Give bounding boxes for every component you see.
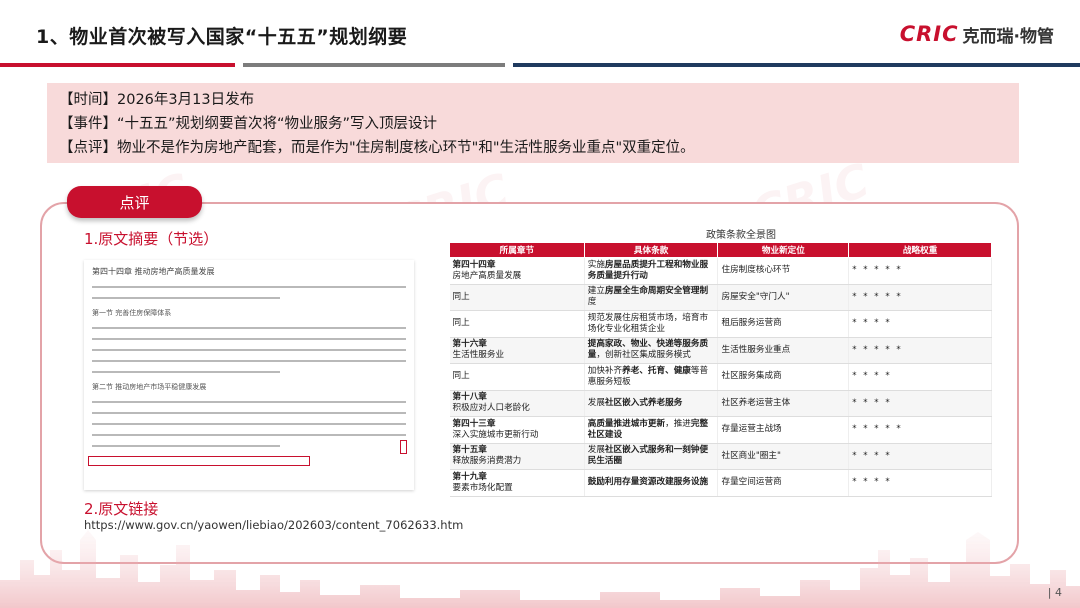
- chapter-cell: 第十八章 积极应对人口老龄化: [449, 390, 585, 417]
- doc-section1: 第一节 完善住房保障体系: [92, 309, 172, 317]
- weight-cell: * * * * *: [848, 284, 992, 311]
- clause-cell: 规范发展住房租赁市场，培育市场化专业化租赁企业: [584, 310, 719, 338]
- chapter-cell: 同上: [449, 310, 585, 338]
- policy-table: 所属章节 具体条款 物业新定位 战略权重 第四十四章 房地产高质量发展 实施房屋品…: [449, 242, 992, 497]
- table-row: 同上 规范发展住房租赁市场，培育市场化专业化租赁企业 租后服务运营商 * * * *: [449, 310, 992, 338]
- info-comment: 【点评】物业不是作为房地产配套，而是作为"住房制度核心环节"和"生活性服务业重点…: [59, 140, 695, 156]
- weight-cell: * * * *: [848, 469, 992, 497]
- position-cell: 住房制度核心环节: [717, 257, 850, 285]
- position-cell: 生活性服务业重点: [717, 337, 850, 364]
- position-cell: 社区商业"圈主": [717, 443, 850, 470]
- table-header: 战略权重: [848, 242, 992, 258]
- table-header: 具体条款: [583, 242, 719, 258]
- table-row: 第十六章 生活性服务业 提高家政、物业、快递等服务质量，创新社区集成服务模式 生活性…: [449, 337, 992, 364]
- info-band: 【时间】2026年3月13日发布 【事件】“十五五”规划纲要首次将“物业服务”写…: [47, 83, 1019, 163]
- table-row: 第十五章 释放服务消费潜力 发展社区嵌入式服务和一刻钟便民生活圈 社区商业"圈主" *…: [449, 443, 992, 470]
- doc-section2: 第二节 推动房地产市场平稳健康发展: [92, 383, 207, 391]
- table-row: 第十八章 积极应对人口老龄化 发展社区嵌入式养老服务 社区养老运营主体 * * * *: [449, 390, 992, 417]
- table-row: 第十九章 要素市场化配置 鼓励利用存量资源改建服务设施 存量空间运营商 * * * *: [449, 469, 992, 497]
- table-header: 所属章节: [449, 242, 585, 258]
- weight-cell: * * * * *: [848, 257, 992, 285]
- table-header: 物业新定位: [717, 242, 850, 258]
- weight-cell: * * * *: [848, 310, 992, 338]
- chapter-cell: 第四十三章 深入实施城市更新行动: [449, 416, 585, 444]
- info-event: 【事件】“十五五”规划纲要首次将“物业服务”写入顶层设计: [59, 116, 438, 132]
- chapter-cell: 同上: [449, 284, 585, 311]
- chapter-cell: 第十六章 生活性服务业: [449, 337, 585, 364]
- table-caption: 政策条款全景图: [706, 230, 776, 241]
- comment-tab: 点评: [67, 186, 202, 218]
- chapter-cell: 第十九章 要素市场化配置: [449, 469, 585, 497]
- position-cell: 存量运营主战场: [717, 416, 850, 444]
- section-excerpt-title: 1.原文摘要（节选）: [84, 230, 219, 248]
- clause-cell: 实施房屋品质提升工程和物业服务质量提升行动: [584, 257, 719, 285]
- logo-name: 克而瑞·物管: [962, 26, 1054, 47]
- table-row: 同上 建立房屋全生命周期安全管理制度 房屋安全"守门人" * * * * *: [449, 284, 992, 311]
- highlight-box: [88, 456, 310, 466]
- weight-cell: * * * *: [848, 390, 992, 417]
- clause-cell: 建立房屋全生命周期安全管理制度: [584, 284, 719, 311]
- weight-cell: * * * *: [848, 443, 992, 470]
- table-row: 第四十四章 房地产高质量发展 实施房屋品质提升工程和物业服务质量提升行动 住房制度核…: [449, 257, 992, 285]
- clause-cell: 鼓励利用存量资源改建服务设施: [584, 469, 719, 497]
- slide-header: 1、物业首次被写入国家“十五五”规划纲要 CRIC 克而瑞·物管: [0, 0, 1080, 67]
- position-cell: 存量空间运营商: [717, 469, 850, 497]
- clause-cell: 发展社区嵌入式服务和一刻钟便民生活圈: [584, 443, 719, 470]
- cric-logo: CRIC 克而瑞·物管: [900, 20, 1054, 48]
- weight-cell: * * * *: [848, 363, 992, 391]
- position-cell: 社区养老运营主体: [717, 390, 850, 417]
- position-cell: 房屋安全"守门人": [717, 284, 850, 311]
- highlight-box: [400, 440, 407, 454]
- weight-cell: * * * * *: [848, 416, 992, 444]
- chapter-cell: 第十五章 释放服务消费潜力: [449, 443, 585, 470]
- clause-cell: 高质量推进城市更新，推进完整社区建设: [584, 416, 719, 444]
- document-excerpt: 第四十四章 推动房地产高质量发展 第一节 完善住房保障体系 第二节 推动房地产市…: [84, 260, 414, 490]
- section-link-title: 2.原文链接: [84, 500, 159, 518]
- logo-brand: CRIC: [899, 22, 959, 46]
- page-number: | 4: [1047, 586, 1062, 599]
- clause-cell: 发展社区嵌入式养老服务: [584, 390, 719, 417]
- position-cell: 租后服务运营商: [717, 310, 850, 338]
- weight-cell: * * * * *: [848, 337, 992, 364]
- table-row: 第四十三章 深入实施城市更新行动 高质量推进城市更新，推进完整社区建设 存量运营主战…: [449, 416, 992, 444]
- clause-cell: 提高家政、物业、快递等服务质量，创新社区集成服务模式: [584, 337, 719, 364]
- chapter-cell: 同上: [449, 363, 585, 391]
- chapter-cell: 第四十四章 房地产高质量发展: [449, 257, 585, 285]
- table-row: 同上 加快补齐养老、托育、健康等普惠服务短板 社区服务集成商 * * * *: [449, 363, 992, 391]
- doc-chapter-title: 第四十四章 推动房地产高质量发展: [92, 267, 215, 276]
- slide-title: 1、物业首次被写入国家“十五五”规划纲要: [36, 26, 408, 48]
- header-divider: [0, 63, 1080, 67]
- info-time: 【时间】2026年3月13日发布: [59, 92, 255, 108]
- city-skyline: [0, 530, 1080, 608]
- clause-cell: 加快补齐养老、托育、健康等普惠服务短板: [584, 363, 719, 391]
- position-cell: 社区服务集成商: [717, 363, 850, 391]
